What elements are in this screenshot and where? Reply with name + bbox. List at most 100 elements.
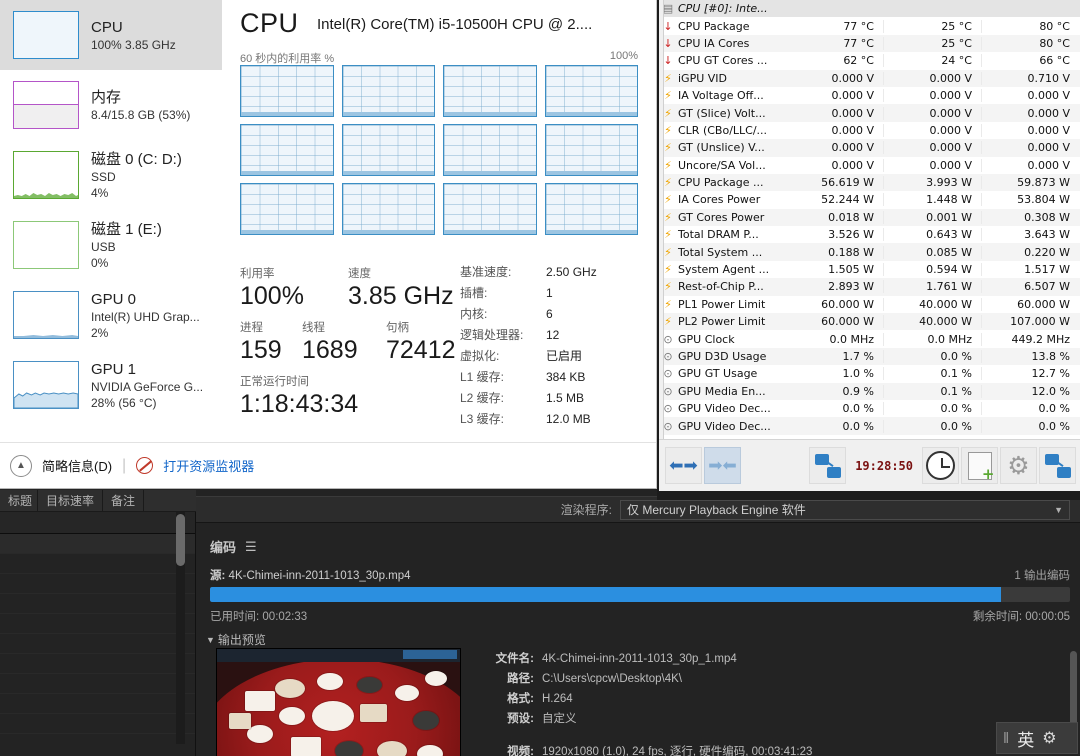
sensor-row[interactable]: ⚡ GT (Slice) Volt... 0.000 V 0.000 V 0.000 V…: [659, 104, 1080, 122]
chevron-up-icon[interactable]: ▲: [10, 454, 32, 477]
list-item[interactable]: [0, 654, 195, 674]
sensor-value-col1: 2.893 W: [828, 280, 874, 294]
hamburger-icon[interactable]: ☰: [245, 539, 257, 555]
sensor-row[interactable]: ⊙GPU Video Dec...0.0 %0.0 %0.0 %0.0: [659, 417, 1080, 435]
logical-processor-graph[interactable]: [443, 124, 537, 176]
logical-processor-graph[interactable]: [240, 183, 334, 235]
list-item[interactable]: [0, 614, 195, 634]
list-item[interactable]: [0, 594, 195, 614]
history-button[interactable]: [922, 447, 959, 484]
sensor-row[interactable]: ⊙GPU Clock0.0 MHz0.0 MHz449.2 MHz4.4 MH: [659, 330, 1080, 347]
settings-button[interactable]: ⚙: [1000, 447, 1037, 484]
sensor-value-col1: 1.7 %: [842, 350, 874, 363]
fewer-details-button[interactable]: 简略信息(D): [42, 456, 112, 475]
sidebar-item-gpu1[interactable]: GPU 1 NVIDIA GeForce G... 28% (56 °C): [0, 350, 222, 420]
list-item[interactable]: [0, 534, 195, 554]
sensor-row[interactable]: ↓CPU IA Cores77 °C25 °C80 °C51 °: [659, 34, 1080, 53]
spec-row: L2 缓存: 1.5 MB: [460, 388, 597, 409]
sensor-row[interactable]: ⚡System Agent ...1.505 W0.594 W1.517 W0.…: [659, 261, 1080, 278]
queue-col-target-rate[interactable]: 目标速率: [38, 489, 104, 512]
list-item[interactable]: [0, 554, 195, 574]
sensor-row[interactable]: ⚡IA Cores Power52.244 W1.448 W53.804 W12…: [659, 191, 1080, 208]
logical-processor-graph[interactable]: [443, 65, 537, 117]
queue-scrollbar-thumb[interactable]: [176, 514, 185, 566]
logical-processor-graph[interactable]: [240, 124, 334, 176]
list-item[interactable]: [0, 634, 195, 654]
sensor-row[interactable]: ⚡Rest-of-Chip P...2.893 W1.761 W6.507 W5…: [659, 278, 1080, 296]
sensor-row[interactable]: ⚡CPU Package ...56.619 W3.993 W59.873 W1…: [659, 173, 1080, 192]
logical-processor-graph[interactable]: [341, 65, 435, 117]
sidebar-item-sub2: 0%: [91, 255, 109, 270]
sensor-group-row[interactable]: ▤ CPU [#0]: Inte...: [659, 0, 1080, 18]
sensor-row[interactable]: ↓CPU Package77 °C25 °C80 °C51 °: [659, 17, 1080, 34]
queue-list[interactable]: [0, 512, 196, 756]
sensor-row[interactable]: ⊙GPU Media En...0.9 %0.1 %12.0 %1.0: [659, 382, 1080, 400]
sensor-value-col3: 0.000 V: [981, 141, 1079, 155]
prev-next-sensor-button[interactable]: ⬅➡: [665, 447, 702, 484]
sensor-row[interactable]: ⊙GPU D3D Usage1.7 %0.0 %13.8 %1.4: [659, 347, 1080, 366]
sidebar-item-memory[interactable]: 内存 8.4/15.8 GB (53%): [0, 70, 222, 140]
sensor-row[interactable]: ⚡ PL2 Power Limit 60.000 W 40.000 W 107.000 …: [659, 313, 1080, 331]
logical-processor-graph[interactable]: [443, 183, 537, 235]
logging-button[interactable]: +: [961, 447, 998, 484]
ime-language-label[interactable]: 英: [1017, 726, 1034, 751]
sidebar-item-sub: NVIDIA GeForce G...: [91, 379, 204, 394]
sensor-value-col3: 60.000 W: [981, 297, 1079, 311]
logical-processor-graph[interactable]: [240, 65, 334, 117]
sensor-row[interactable]: ⚡CLR (CBo/LLC/...0.000 V0.000 V0.000 V0.…: [659, 122, 1080, 139]
list-item[interactable]: [0, 674, 195, 694]
list-item[interactable]: [0, 694, 195, 714]
sidebar-item-disk1[interactable]: 磁盘 1 (E:) USB 0%: [0, 210, 222, 280]
sensor-row[interactable]: ⊙GPU Video Dec...0.0 %0.0 %0.0 %0.0: [659, 400, 1080, 417]
sensor-row[interactable]: ⚡Total System ...0.188 W0.085 W0.220 W0.…: [659, 243, 1080, 261]
sensor-table[interactable]: ▤ CPU [#0]: Inte... ↓ CPU Package 77 °C 25 °C…: [659, 0, 1080, 440]
gear-icon[interactable]: ⚙: [1042, 728, 1056, 748]
meta-row-video: 视频: 1920x1080 (1.0), 24 fps, 逐行, 硬件编码, 0…: [476, 742, 812, 756]
sensor-row[interactable]: ⚡IA Voltage Off...0.000 V0.000 V0.000 V0…: [659, 87, 1080, 104]
sidebar-item-cpu[interactable]: CPU 100% 3.85 GHz: [0, 0, 222, 70]
sensor-row[interactable]: ⚡GT Cores Power0.018 W0.001 W0.308 W0.02…: [659, 208, 1080, 227]
cpu-model-name: Intel(R) Core(TM) i5-10500H CPU @ 2....: [317, 16, 593, 33]
sensor-name: Total System ...: [678, 245, 763, 259]
sensor-value-col1: 1.0 %: [842, 367, 874, 381]
sensor-value-col1: 0.188 W: [828, 245, 874, 259]
graph-fill: [241, 170, 333, 175]
spec-value: 1.5 MB: [546, 391, 585, 405]
sidebar-item-gpu0[interactable]: GPU 0 Intel(R) UHD Grap... 2%: [0, 280, 222, 350]
sensor-row[interactable]: ⊙GPU GT Usage1.0 %0.1 %12.7 %1.1: [659, 365, 1080, 382]
logical-processor-graph[interactable]: [544, 65, 638, 117]
sensor-row[interactable]: ⚡Total DRAM P...3.526 W0.643 W3.643 W0.7…: [659, 226, 1080, 243]
sensor-row[interactable]: ⚡ PL1 Power Limit 60.000 W 40.000 W 60.000 W…: [659, 296, 1080, 313]
sensors-button[interactable]: [1039, 447, 1076, 484]
sensor-value-col3: 0.000 V: [981, 158, 1079, 172]
ime-drag-handle[interactable]: ‖: [1003, 730, 1009, 747]
resource-monitor-icon[interactable]: [136, 457, 154, 474]
logical-processor-graphs[interactable]: [240, 65, 638, 235]
list-item[interactable]: [0, 714, 195, 734]
sensor-row[interactable]: ⚡iGPU VID0.000 V0.000 V0.710 V0.007: [659, 69, 1080, 87]
ime-indicator[interactable]: ‖ 英 ⚙: [996, 722, 1078, 754]
queue-col-notes[interactable]: 备注: [103, 489, 145, 512]
list-item[interactable]: [0, 512, 195, 534]
logical-processor-graph[interactable]: [544, 124, 638, 176]
sensor-row[interactable]: ↓CPU GT Cores ...62 °C24 °C66 °C46 °: [659, 52, 1080, 69]
sensor-name: GT (Slice) Volt...: [678, 106, 766, 120]
sensor-row[interactable]: ⚡Uncore/SA Vol...0.000 V0.000 V0.000 V0.…: [659, 157, 1080, 174]
logical-processor-graph[interactable]: [544, 183, 638, 235]
sensor-row[interactable]: ⚡GT (Unslice) V...0.000 V0.000 V0.000 V0…: [659, 139, 1080, 157]
logical-processor-graph[interactable]: [341, 183, 435, 235]
output-preview-toggle[interactable]: ▼ 输出预览: [206, 631, 266, 648]
sensor-value-col2: 0.643 W: [883, 228, 981, 242]
speed-value: 3.85 GHz: [348, 282, 454, 310]
renderer-select[interactable]: 仅 Mercury Playback Engine 软件 ▼: [620, 499, 1070, 520]
collapse-expand-button[interactable]: ➡⬅: [704, 447, 741, 484]
sidebar-item-disk0[interactable]: 磁盘 0 (C: D:) SSD 4%: [0, 140, 222, 210]
list-item[interactable]: [0, 574, 195, 594]
logical-processor-graph[interactable]: [341, 124, 435, 176]
queue-col-title[interactable]: 标题: [0, 489, 38, 512]
hwinfo-toolbar: ⬅➡ ➡⬅ 19:28:50 + ⚙: [659, 439, 1080, 491]
open-resource-monitor-link[interactable]: 打开资源监视器: [163, 456, 254, 475]
remote-sensor-button[interactable]: [809, 447, 847, 484]
task-manager-sidebar[interactable]: CPU 100% 3.85 GHz 内存 8.4/15.8 GB (53%) 磁…: [0, 0, 222, 443]
sensor-value-col1: 77 °C: [843, 36, 874, 50]
